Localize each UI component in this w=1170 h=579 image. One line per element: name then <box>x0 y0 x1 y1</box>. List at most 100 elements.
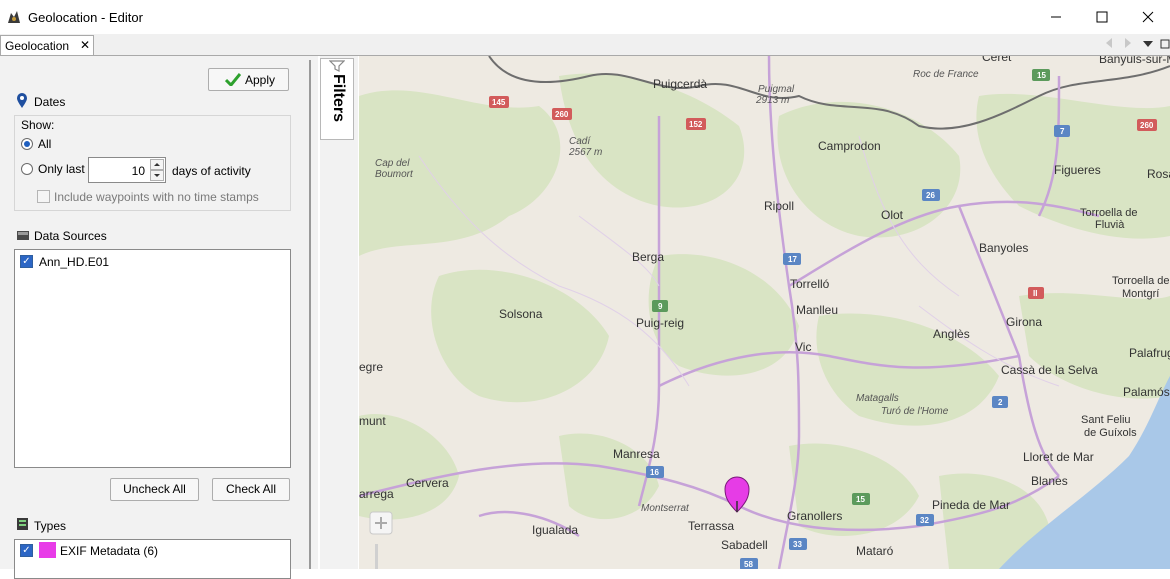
svg-text:2567 m: 2567 m <box>568 147 602 158</box>
svg-text:Turó de l'Home: Turó de l'Home <box>881 406 949 417</box>
title-bar <box>0 0 1170 34</box>
uncheck-all-button[interactable]: Uncheck All <box>110 478 199 501</box>
only-last-label: Only last <box>38 162 85 176</box>
svg-text:Figueres: Figueres <box>1054 163 1101 177</box>
svg-text:Puig-reig: Puig-reig <box>636 316 684 330</box>
data-source-checkbox[interactable]: ✓ <box>20 255 33 268</box>
types-title: Types <box>34 519 67 533</box>
svg-text:Boumort: Boumort <box>375 169 414 180</box>
svg-text:Terrassa: Terrassa <box>688 519 734 533</box>
svg-text:Céret: Céret <box>982 56 1012 64</box>
all-radio[interactable] <box>21 138 33 150</box>
svg-text:Torrelló: Torrelló <box>790 277 830 291</box>
tab-label: Geolocation <box>5 39 70 53</box>
map-canvas[interactable]: Puigcerdà Camprodon Figueres Ripoll Olot… <box>359 56 1170 569</box>
types-icon <box>16 517 29 534</box>
hard-drive-icon <box>16 229 30 244</box>
svg-text:Rosa: Rosa <box>1147 167 1170 181</box>
dates-section-title: Dates <box>34 95 66 109</box>
svg-text:Pineda de Mar: Pineda de Mar <box>932 498 1010 512</box>
svg-text:Granollers: Granollers <box>787 509 842 523</box>
svg-text:arrega: arrega <box>359 487 394 501</box>
svg-text:15: 15 <box>856 495 865 504</box>
tab-scroll-right-icon[interactable] <box>1123 37 1133 52</box>
zoom-slider-track[interactable] <box>375 544 378 569</box>
svg-text:Montgrí: Montgrí <box>1122 288 1159 300</box>
close-button[interactable] <box>1125 0 1170 34</box>
check-all-button[interactable]: Check All <box>212 478 290 501</box>
panel-splitter[interactable] <box>306 56 318 569</box>
map-view[interactable]: Puigcerdà Camprodon Figueres Ripoll Olot… <box>359 56 1170 569</box>
svg-text:Cassà de la Selva: Cassà de la Selva <box>1001 363 1098 377</box>
checkmark-icon <box>224 72 242 89</box>
maximize-button[interactable] <box>1079 0 1125 34</box>
location-pin-icon <box>16 93 28 112</box>
svg-text:Palafrugell: Palafrugell <box>1129 346 1170 360</box>
svg-text:Torroella de: Torroella de <box>1112 275 1169 287</box>
svg-text:Lloret de Mar: Lloret de Mar <box>1023 450 1094 464</box>
filters-tab-label: Filters <box>330 73 347 123</box>
svg-text:260: 260 <box>555 110 569 119</box>
svg-text:26: 26 <box>926 191 935 200</box>
include-no-timestamp-checkbox[interactable] <box>37 190 50 203</box>
svg-text:Girona: Girona <box>1006 315 1042 329</box>
svg-text:Cervera: Cervera <box>406 476 449 490</box>
svg-text:15: 15 <box>1037 71 1046 80</box>
type-checkbox[interactable]: ✓ <box>20 544 33 557</box>
svg-text:Cap del: Cap del <box>375 158 410 169</box>
days-value: 10 <box>131 164 145 178</box>
splitter-line <box>309 60 311 569</box>
type-color-swatch <box>39 542 56 558</box>
svg-text:Blanes: Blanes <box>1031 474 1068 488</box>
svg-text:Solsona: Solsona <box>499 307 543 321</box>
svg-text:Matagalls: Matagalls <box>856 393 899 404</box>
svg-text:33: 33 <box>793 540 802 549</box>
data-sources-list[interactable] <box>14 249 291 468</box>
svg-text:munt: munt <box>359 414 386 428</box>
svg-text:260: 260 <box>1140 121 1154 130</box>
days-spinner[interactable]: 10 <box>88 157 166 183</box>
spinner-down-arrow[interactable] <box>150 170 164 181</box>
include-no-timestamp-label: Include waypoints with no time stamps <box>54 190 259 204</box>
svg-text:9: 9 <box>658 302 663 311</box>
svg-text:Puigmal: Puigmal <box>758 84 795 95</box>
svg-text:Camprodon: Camprodon <box>818 139 881 153</box>
data-sources-title: Data Sources <box>34 229 107 243</box>
apply-button[interactable]: Apply <box>208 68 289 91</box>
svg-text:egre: egre <box>359 360 383 374</box>
svg-text:Torroella de: Torroella de <box>1080 207 1137 219</box>
minimize-button[interactable] <box>1033 0 1079 34</box>
window-title: Geolocation - Editor <box>28 10 143 25</box>
svg-text:2913 m: 2913 m <box>755 95 789 106</box>
svg-text:Fluvià: Fluvià <box>1095 219 1125 231</box>
svg-text:Banyoles: Banyoles <box>979 241 1028 255</box>
only-last-radio[interactable] <box>21 163 33 175</box>
type-label: EXIF Metadata (6) <box>60 544 159 558</box>
svg-text:17: 17 <box>788 255 797 264</box>
svg-text:Manresa: Manresa <box>613 447 660 461</box>
svg-text:Montserrat: Montserrat <box>641 503 690 514</box>
restore-view-icon[interactable] <box>1160 38 1170 52</box>
tab-close-icon[interactable]: ✕ <box>80 38 90 52</box>
svg-text:Olot: Olot <box>881 208 904 222</box>
tab-scroll-left-icon[interactable] <box>1104 37 1114 52</box>
svg-text:Puigcerdà: Puigcerdà <box>653 77 707 91</box>
apply-label: Apply <box>245 73 276 87</box>
svg-text:Cadí: Cadí <box>569 136 591 147</box>
svg-text:16: 16 <box>650 468 659 477</box>
svg-text:Banyuls-sur-Mer: Banyuls-sur-Mer <box>1099 56 1170 66</box>
tab-list-dropdown-icon[interactable] <box>1142 38 1154 52</box>
spinner-up-arrow[interactable] <box>150 159 164 170</box>
all-radio-label: All <box>38 137 52 151</box>
svg-text:Roc de France: Roc de France <box>913 69 979 80</box>
days-suffix-label: days of activity <box>172 164 251 178</box>
svg-text:Palamós: Palamós <box>1123 385 1170 399</box>
svg-text:Sabadell: Sabadell <box>721 538 768 552</box>
zoom-in-button[interactable] <box>369 511 393 535</box>
svg-text:Anglès: Anglès <box>933 327 970 341</box>
tab-geolocation[interactable]: Geolocation ✕ <box>0 35 94 55</box>
svg-text:7: 7 <box>1060 127 1065 136</box>
svg-text:Igualada: Igualada <box>532 523 578 537</box>
svg-text:32: 32 <box>920 516 929 525</box>
app-icon <box>6 9 22 25</box>
